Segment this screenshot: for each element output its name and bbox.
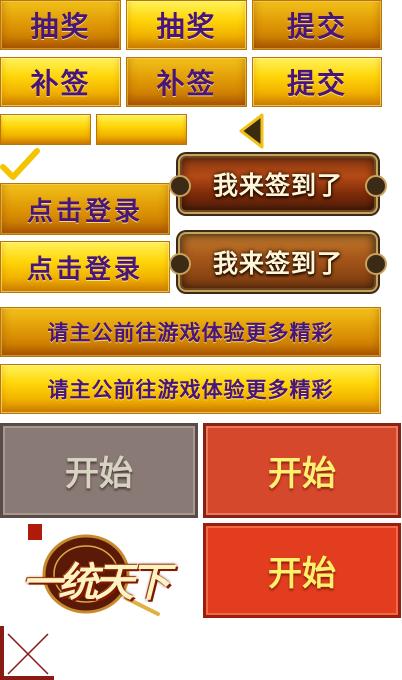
start-button-2-label: 开始: [268, 554, 336, 594]
triangle-left-icon[interactable]: [238, 113, 266, 149]
logo-title: 一统天下: [22, 559, 170, 606]
submit-button-2-label: 提交: [286, 67, 347, 100]
plaque-ornament-left-icon: [169, 175, 191, 197]
resign-button-2-label: 补签: [156, 67, 217, 100]
resign-button-2[interactable]: 补签: [126, 57, 247, 107]
checkin-button-1-label: 我来签到了: [212, 171, 343, 200]
draw-button-2[interactable]: 抽奖: [126, 0, 247, 50]
start-button-1[interactable]: 开始: [203, 423, 401, 518]
start-button-disabled[interactable]: 开始: [0, 423, 198, 518]
plaque-ornament-left-icon: [169, 253, 191, 275]
go-play-banner-1[interactable]: 请主公前往游戏体验更多精彩: [0, 307, 381, 357]
start-button-2[interactable]: 开始: [203, 523, 401, 618]
login-button-1[interactable]: 点击登录: [0, 183, 170, 235]
login-button-2-label: 点击登录: [26, 254, 143, 285]
check-icon: [0, 148, 40, 180]
plaque-ornament-right-icon: [365, 175, 387, 197]
resign-button-1[interactable]: 补签: [0, 57, 121, 107]
resign-button-1-label: 补签: [30, 67, 91, 100]
submit-button-1-label: 提交: [286, 10, 347, 43]
login-button-2[interactable]: 点击登录: [0, 241, 170, 293]
plaque-ornament-right-icon: [365, 253, 387, 275]
go-play-banner-2[interactable]: 请主公前往游戏体验更多精彩: [0, 364, 381, 414]
start-button-disabled-label: 开始: [65, 454, 133, 494]
game-logo: 一统天下: [8, 522, 170, 617]
submit-button-2[interactable]: 提交: [252, 57, 382, 107]
checkin-button-2-label: 我来签到了: [212, 249, 343, 278]
blank-gold-bar-1[interactable]: [0, 114, 91, 145]
start-button-1-label: 开始: [268, 454, 336, 494]
draw-button-1-label: 抽奖: [30, 10, 91, 43]
go-play-banner-2-label: 请主公前往游戏体验更多精彩: [47, 377, 334, 402]
submit-button-1[interactable]: 提交: [252, 0, 382, 50]
close-x-icon[interactable]: [0, 626, 54, 680]
login-button-1-label: 点击登录: [26, 196, 143, 227]
blank-gold-bar-2[interactable]: [96, 114, 187, 145]
go-play-banner-1-label: 请主公前往游戏体验更多精彩: [47, 320, 334, 345]
draw-button-1[interactable]: 抽奖: [0, 0, 121, 50]
checkin-button-1[interactable]: 我来签到了: [169, 156, 387, 212]
draw-button-2-label: 抽奖: [156, 10, 217, 43]
checkin-button-2[interactable]: 我来签到了: [169, 234, 387, 290]
